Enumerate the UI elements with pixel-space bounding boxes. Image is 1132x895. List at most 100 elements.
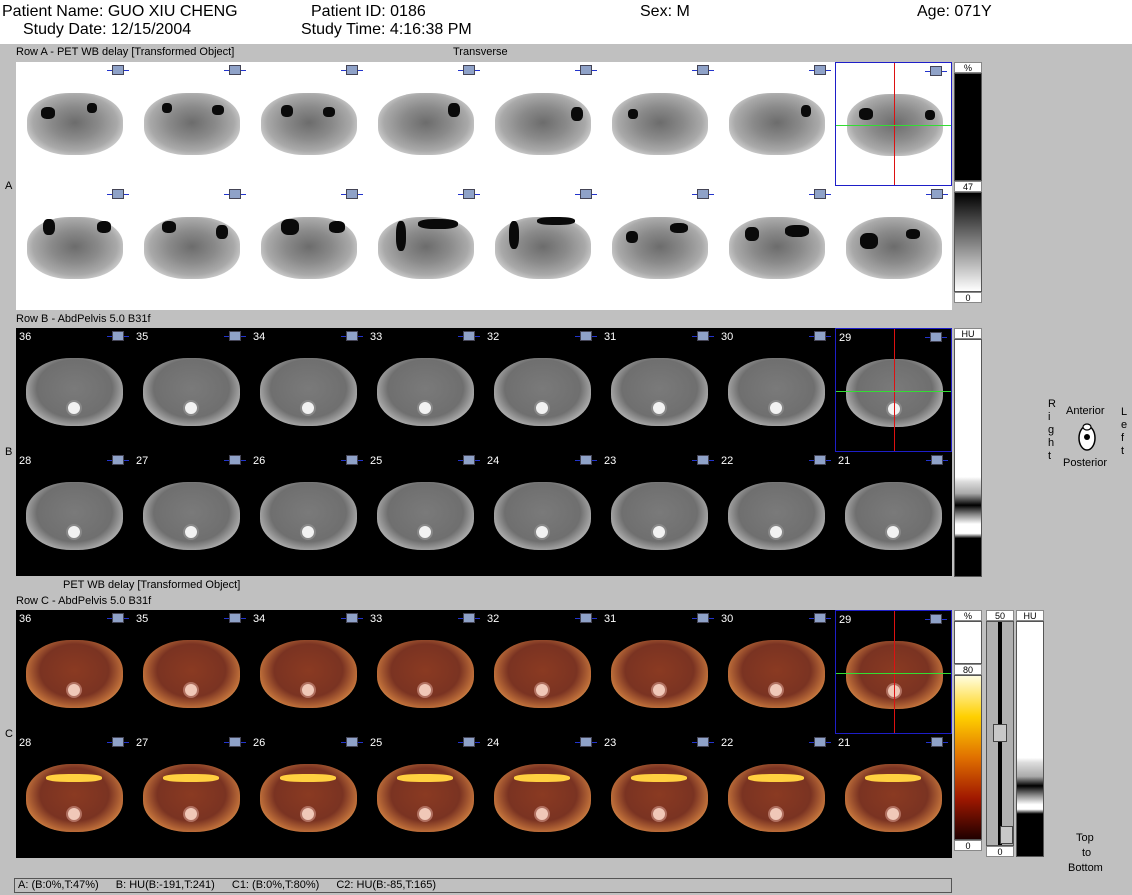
row-a-pet-viewport[interactable]	[16, 62, 952, 310]
image-slice[interactable]: 21	[835, 734, 952, 858]
slice-locator-icon[interactable]	[107, 188, 129, 201]
image-slice[interactable]	[601, 62, 718, 186]
crosshair-horizontal[interactable]	[836, 391, 951, 392]
image-slice[interactable]: 26	[250, 452, 367, 576]
slice-locator-icon[interactable]	[107, 454, 129, 467]
slice-locator-icon[interactable]	[809, 64, 831, 77]
selected-slice[interactable]	[835, 62, 952, 186]
image-slice[interactable]: 25	[367, 734, 484, 858]
slice-locator-icon[interactable]	[809, 736, 831, 749]
slice-locator-icon[interactable]	[925, 331, 947, 344]
image-slice[interactable]: 21	[835, 452, 952, 576]
row-c-ct-window-bar[interactable]	[1016, 621, 1044, 857]
row-c-pet-bar-upper[interactable]	[954, 621, 982, 664]
image-slice[interactable]: 36	[16, 610, 133, 734]
slice-locator-icon[interactable]	[107, 612, 129, 625]
row-a-bar-upper[interactable]	[954, 73, 982, 181]
slice-locator-icon[interactable]	[458, 64, 480, 77]
slice-locator-icon[interactable]	[458, 454, 480, 467]
row-c-fusion-viewport[interactable]: 36 35 34 33 32 31 30 29 28 27 26 25 24 23 22 21	[16, 610, 952, 858]
slice-locator-icon[interactable]	[341, 454, 363, 467]
slice-locator-icon[interactable]	[692, 612, 714, 625]
crosshair-vertical[interactable]	[894, 329, 895, 451]
image-slice[interactable]	[718, 62, 835, 186]
image-slice[interactable]: 34	[250, 610, 367, 734]
crosshair-horizontal[interactable]	[836, 125, 951, 126]
slice-locator-icon[interactable]	[926, 454, 948, 467]
slice-locator-icon[interactable]	[341, 736, 363, 749]
crosshair-vertical[interactable]	[894, 611, 895, 733]
image-slice[interactable]: 25	[367, 452, 484, 576]
selected-slice[interactable]: 29	[835, 328, 952, 452]
slice-locator-icon[interactable]	[224, 736, 246, 749]
image-slice[interactable]: 35	[133, 328, 250, 452]
slice-locator-icon[interactable]	[692, 454, 714, 467]
slice-locator-icon[interactable]	[575, 188, 597, 201]
row-b-ct-viewport[interactable]: 36 35 34 33 32 31 30 29 28 27 26 25 24 23 22 21	[16, 328, 952, 576]
image-slice[interactable]: 32	[484, 610, 601, 734]
image-slice[interactable]: 30	[718, 610, 835, 734]
slice-locator-icon[interactable]	[575, 736, 597, 749]
slice-locator-icon[interactable]	[107, 736, 129, 749]
slice-locator-icon[interactable]	[925, 613, 947, 626]
image-slice[interactable]: 33	[367, 610, 484, 734]
image-slice[interactable]: 27	[133, 734, 250, 858]
row-c-pet-bar-gradient[interactable]	[954, 675, 982, 840]
row-b-ct-window-bar[interactable]	[954, 339, 982, 577]
image-slice[interactable]	[250, 186, 367, 310]
image-slice[interactable]	[367, 186, 484, 310]
slice-locator-icon[interactable]	[692, 188, 714, 201]
image-slice[interactable]	[484, 62, 601, 186]
slice-locator-icon[interactable]	[458, 736, 480, 749]
slice-locator-icon[interactable]	[224, 188, 246, 201]
image-slice[interactable]	[367, 62, 484, 186]
image-slice[interactable]: 24	[484, 452, 601, 576]
patient-orientation-icon[interactable]	[1077, 423, 1097, 451]
slice-locator-icon[interactable]	[107, 64, 129, 77]
slice-locator-icon[interactable]	[809, 612, 831, 625]
slice-locator-icon[interactable]	[224, 64, 246, 77]
image-slice[interactable]	[601, 186, 718, 310]
image-slice[interactable]: 36	[16, 328, 133, 452]
slice-locator-icon[interactable]	[692, 736, 714, 749]
image-slice[interactable]	[16, 186, 133, 310]
image-slice[interactable]: 34	[250, 328, 367, 452]
row-c-blend-track[interactable]	[986, 621, 1014, 846]
image-slice[interactable]: 26	[250, 734, 367, 858]
slice-locator-icon[interactable]	[809, 188, 831, 201]
slice-locator-icon[interactable]	[575, 330, 597, 343]
slice-locator-icon[interactable]	[575, 454, 597, 467]
image-slice[interactable]: 27	[133, 452, 250, 576]
image-slice[interactable]: 32	[484, 328, 601, 452]
image-slice[interactable]	[16, 62, 133, 186]
image-slice[interactable]: 31	[601, 610, 718, 734]
blend-slider-handle[interactable]	[993, 724, 1007, 742]
slice-locator-icon[interactable]	[926, 736, 948, 749]
slice-locator-icon[interactable]	[809, 454, 831, 467]
image-slice[interactable]: 22	[718, 452, 835, 576]
slice-locator-icon[interactable]	[341, 330, 363, 343]
image-slice[interactable]: 28	[16, 734, 133, 858]
slice-locator-icon[interactable]	[341, 612, 363, 625]
image-slice[interactable]: 28	[16, 452, 133, 576]
slice-locator-icon[interactable]	[809, 330, 831, 343]
slice-locator-icon[interactable]	[925, 65, 947, 78]
slice-locator-icon[interactable]	[341, 64, 363, 77]
slice-locator-icon[interactable]	[458, 330, 480, 343]
slice-locator-icon[interactable]	[458, 612, 480, 625]
slice-locator-icon[interactable]	[692, 330, 714, 343]
image-slice[interactable]: 22	[718, 734, 835, 858]
slice-locator-icon[interactable]	[926, 188, 948, 201]
crosshair-horizontal[interactable]	[836, 673, 951, 674]
image-slice[interactable]	[133, 186, 250, 310]
slice-locator-icon[interactable]	[692, 64, 714, 77]
slice-locator-icon[interactable]	[341, 188, 363, 201]
crosshair-vertical[interactable]	[894, 63, 895, 185]
slice-locator-icon[interactable]	[575, 612, 597, 625]
image-slice[interactable]	[133, 62, 250, 186]
image-slice[interactable]	[718, 186, 835, 310]
slice-locator-icon[interactable]	[107, 330, 129, 343]
image-slice[interactable]: 24	[484, 734, 601, 858]
image-slice[interactable]: 35	[133, 610, 250, 734]
image-slice[interactable]: 30	[718, 328, 835, 452]
